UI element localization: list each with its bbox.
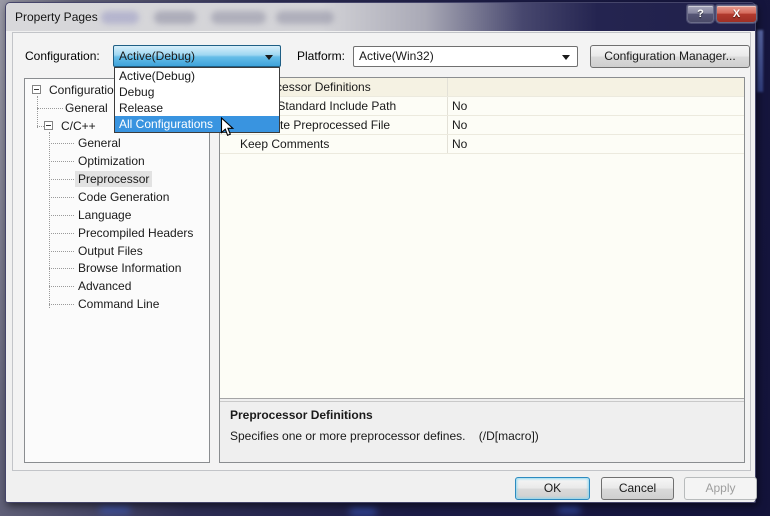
configuration-combobox[interactable]: Active(Debug)	[113, 45, 281, 67]
tree-item-general-cpp[interactable]: General	[25, 135, 209, 153]
property-row-preprocessor-definitions[interactable]: Preprocessor Definitions	[220, 78, 744, 97]
redacted-title-text	[101, 11, 139, 24]
tree-item-label: General	[62, 100, 111, 116]
property-value[interactable]: No	[448, 97, 744, 115]
mouse-cursor-icon	[220, 117, 235, 138]
redacted-title-text	[276, 11, 334, 24]
tree-item-preprocessor[interactable]: Preprocessor	[25, 170, 209, 188]
title-bar[interactable]: Property Pages ? X	[6, 3, 755, 31]
dropdown-item-debug[interactable]: Debug	[115, 84, 279, 100]
window-title: Property Pages	[15, 10, 98, 24]
taskbar-glow	[100, 506, 130, 513]
tree-item-advanced[interactable]: Advanced	[25, 277, 209, 295]
tree-item-label: Command Line	[75, 296, 162, 312]
taskbar-glow	[558, 506, 580, 513]
dropdown-item-active-debug[interactable]: Active(Debug)	[115, 68, 279, 84]
configuration-manager-label: Configuration Manager...	[604, 49, 735, 63]
property-pane: Preprocessor Definitions Ignore Standard…	[219, 77, 745, 463]
taskbar-glow	[350, 508, 376, 515]
apply-button-label: Apply	[705, 481, 735, 495]
description-title: Preprocessor Definitions	[230, 408, 373, 422]
redacted-title-text	[211, 11, 266, 24]
x-mark-icon: X	[733, 8, 740, 20]
platform-combobox[interactable]: Active(Win32)	[353, 46, 578, 67]
property-name: Keep Comments	[220, 135, 448, 153]
tree-item-output-files[interactable]: Output Files	[25, 242, 209, 260]
tree-item-label: Preprocessor	[75, 171, 152, 187]
dropdown-item-all-configurations[interactable]: All Configurations	[115, 116, 279, 132]
property-value[interactable]: No	[448, 116, 744, 134]
configuration-label: Configuration:	[25, 49, 100, 63]
property-value[interactable]: No	[448, 135, 744, 153]
configuration-manager-button[interactable]: Configuration Manager...	[590, 45, 750, 68]
redacted-title-text	[154, 11, 196, 24]
tree-item-optimization[interactable]: Optimization	[25, 152, 209, 170]
description-panel: Preprocessor Definitions Specifies one o…	[220, 402, 744, 462]
desktop: Property Pages ? X Configuration: Active…	[0, 0, 770, 516]
tree-item-precompiled-headers[interactable]: Precompiled Headers	[25, 224, 209, 242]
collapse-icon[interactable]	[44, 121, 53, 130]
tree-item-command-line[interactable]: Command Line	[25, 295, 209, 313]
description-text: Specifies one or more preprocessor defin…	[230, 429, 539, 443]
dialog-body: Configuration: Active(Debug) Platform: A…	[6, 31, 755, 502]
configuration-dropdown-list: Active(Debug) Debug Release All Configur…	[114, 67, 280, 133]
tree-item-label: C/C++	[58, 118, 99, 134]
ok-button[interactable]: OK	[515, 477, 590, 500]
ok-button-label: OK	[544, 481, 561, 495]
cancel-button-label: Cancel	[619, 481, 656, 495]
close-button[interactable]: X	[716, 5, 757, 23]
apply-button: Apply	[684, 477, 757, 500]
configuration-combobox-value: Active(Debug)	[119, 49, 195, 63]
question-mark-icon: ?	[697, 8, 704, 20]
tree-item-label: Language	[75, 207, 134, 223]
platform-combobox-value: Active(Win32)	[359, 49, 434, 63]
collapse-icon[interactable]	[32, 85, 41, 94]
property-pages-dialog: Property Pages ? X Configuration: Active…	[5, 2, 756, 503]
tree-item-label: Precompiled Headers	[75, 225, 196, 241]
property-row-generate-preprocessed-file[interactable]: Generate Preprocessed File No	[220, 116, 744, 135]
tree-item-label: Advanced	[75, 278, 134, 294]
tree-item-label: Code Generation	[75, 189, 172, 205]
property-grid: Preprocessor Definitions Ignore Standard…	[220, 78, 744, 398]
help-button[interactable]: ?	[687, 5, 714, 23]
tree-item-label: Browse Information	[75, 260, 184, 276]
property-row-keep-comments[interactable]: Keep Comments No	[220, 135, 744, 154]
tree-item-label: General	[75, 135, 124, 151]
dropdown-item-release[interactable]: Release	[115, 100, 279, 116]
tree-item-label: Optimization	[75, 153, 148, 169]
cancel-button[interactable]: Cancel	[601, 477, 674, 500]
chevron-down-icon	[562, 55, 570, 60]
tree-item-code-generation[interactable]: Code Generation	[25, 188, 209, 206]
tree-item-browse-information[interactable]: Browse Information	[25, 259, 209, 277]
tree-item-label: Output Files	[75, 243, 146, 259]
platform-label: Platform:	[297, 49, 345, 63]
property-value[interactable]	[448, 78, 744, 96]
tree-item-language[interactable]: Language	[25, 206, 209, 224]
chevron-down-icon	[265, 55, 273, 60]
settings-tree[interactable]: Configuration Properties General C/C++ G…	[24, 78, 210, 463]
property-row-ignore-standard-include-path[interactable]: Ignore Standard Include Path No	[220, 97, 744, 116]
background-window-edge	[757, 30, 763, 92]
